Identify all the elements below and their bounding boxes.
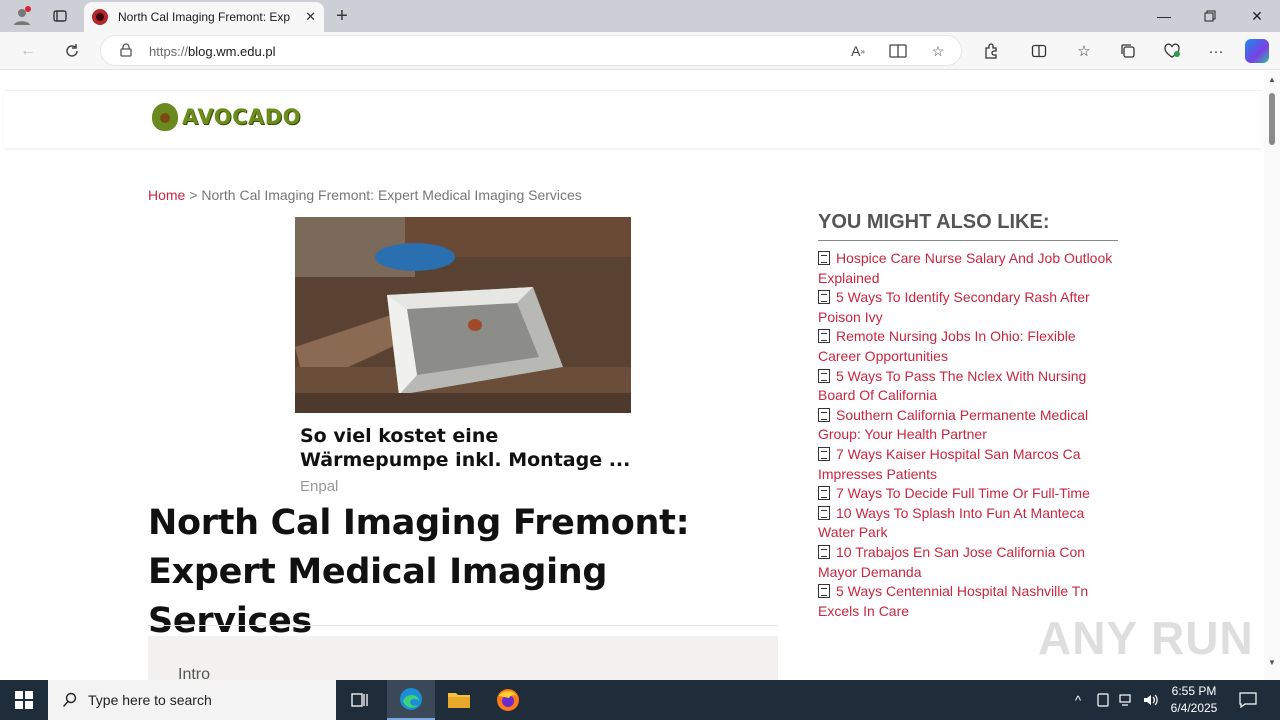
related-link[interactable]: Remote Nursing Jobs In Ohio: Flexible Ca… <box>818 328 1076 364</box>
related-item[interactable]: 5 Ways To Identify Secondary Rash After … <box>818 288 1118 327</box>
related-link[interactable]: 7 Ways To Decide Full Time Or Full-Time <box>836 485 1090 501</box>
anyrun-watermark: ANY RUN <box>1038 612 1254 664</box>
page-scrollbar[interactable]: ▲ ▼ <box>1264 71 1280 680</box>
network-icon[interactable] <box>1117 680 1137 720</box>
favorites-icon[interactable]: ☆ <box>1072 39 1096 63</box>
new-tab-icon[interactable]: + <box>330 4 354 28</box>
file-explorer-icon[interactable] <box>435 680 483 720</box>
lock-icon[interactable] <box>119 43 133 57</box>
taskbar-search[interactable]: Type here to search <box>48 680 336 720</box>
split-screen-icon[interactable] <box>1027 39 1051 63</box>
ad-image[interactable] <box>295 217 631 413</box>
related-link[interactable]: 10 Trabajos En San Jose California Con M… <box>818 544 1085 580</box>
related-link[interactable]: Hospice Care Nurse Salary And Job Outloo… <box>818 250 1112 286</box>
document-icon <box>818 329 830 344</box>
related-item[interactable]: 5 Ways To Pass The Nclex With Nursing Bo… <box>818 367 1118 406</box>
scrollbar-thumb[interactable] <box>1269 93 1275 145</box>
collections-icon[interactable] <box>1116 39 1140 63</box>
related-item[interactable]: Hospice Care Nurse Salary And Job Outloo… <box>818 249 1118 288</box>
search-placeholder: Type here to search <box>88 692 212 708</box>
restore-icon[interactable] <box>1187 0 1233 32</box>
close-window-icon[interactable]: ✕ <box>1234 0 1280 32</box>
volume-icon[interactable] <box>1141 680 1161 720</box>
sidebar-heading: YOU MIGHT ALSO LIKE: <box>818 211 1118 241</box>
related-item[interactable]: 10 Ways To Splash Into Fun At Manteca Wa… <box>818 504 1118 543</box>
site-header: AVOCADO <box>4 90 1262 148</box>
browser-toolbar: ← https://blog.wm.edu.pl A» ☆ ☆ ··· <box>0 32 1280 70</box>
windows-start-icon[interactable] <box>0 680 48 720</box>
avocado-logo-icon <box>152 103 178 131</box>
related-item[interactable]: 10 Trabajos En San Jose California Con M… <box>818 543 1118 582</box>
related-link[interactable]: 7 Ways Kaiser Hospital San Marcos Ca Imp… <box>818 446 1081 482</box>
task-view-icon[interactable] <box>336 680 384 720</box>
profile-icon[interactable] <box>10 4 34 28</box>
clock-date: 6/4/2025 <box>1170 701 1218 715</box>
back-icon[interactable]: ← <box>16 39 40 63</box>
search-icon <box>62 692 77 707</box>
document-icon <box>818 407 830 422</box>
related-link[interactable]: 5 Ways To Identify Secondary Rash After … <box>818 289 1090 325</box>
page-viewport: AVOCADO Home > North Cal Imaging Fremont… <box>0 71 1280 680</box>
breadcrumb-separator: > <box>189 187 198 203</box>
related-link[interactable]: 10 Ways To Splash Into Fun At Manteca Wa… <box>818 505 1084 541</box>
site-favicon-icon <box>92 9 108 25</box>
scroll-down-icon[interactable]: ▼ <box>1268 658 1276 667</box>
refresh-icon[interactable] <box>60 39 84 63</box>
document-icon <box>818 544 830 559</box>
divider <box>148 625 778 626</box>
document-icon <box>818 584 830 599</box>
url-host: blog.wm.edu.pl <box>188 44 276 59</box>
scroll-up-icon[interactable]: ▲ <box>1268 75 1276 84</box>
sidebar-related: YOU MIGHT ALSO LIKE: Hospice Care Nurse … <box>818 211 1118 621</box>
tab-actions-icon[interactable] <box>48 4 72 28</box>
immersive-reader-icon[interactable] <box>887 40 909 62</box>
taskbar-clock[interactable]: 6:55 PM 6/4/2025 <box>1160 683 1228 717</box>
minimize-icon[interactable]: — <box>1141 0 1187 32</box>
document-icon <box>818 368 830 383</box>
tray-device-icon[interactable] <box>1094 680 1112 720</box>
document-icon <box>818 446 830 461</box>
related-list: Hospice Care Nurse Salary And Job Outloo… <box>818 249 1118 621</box>
tab-active[interactable]: North Cal Imaging Fremont: Exp ✕ <box>84 2 324 32</box>
document-icon <box>818 251 830 265</box>
url-protocol: https:// <box>149 44 189 59</box>
address-bar[interactable]: https://blog.wm.edu.pl A» ☆ <box>100 35 962 66</box>
related-link[interactable]: Southern California Permanente Medical G… <box>818 407 1088 443</box>
document-icon <box>818 486 830 501</box>
favorite-star-icon[interactable]: ☆ <box>927 40 949 62</box>
related-item[interactable]: Southern California Permanente Medical G… <box>818 406 1118 445</box>
post-title: North Cal Imaging Fremont: Expert Medica… <box>148 503 690 641</box>
browser-tab-strip: North Cal Imaging Fremont: Exp ✕ + — ✕ <box>0 0 1280 32</box>
document-icon <box>818 290 830 305</box>
settings-more-icon[interactable]: ··· <box>1204 39 1228 63</box>
browser-essentials-icon[interactable] <box>1160 39 1184 63</box>
site-logo[interactable]: AVOCADO <box>152 103 301 131</box>
tab-close-icon[interactable]: ✕ <box>305 9 316 25</box>
related-link[interactable]: 5 Ways To Pass The Nclex With Nursing Bo… <box>818 368 1086 404</box>
copilot-icon[interactable] <box>1245 39 1269 63</box>
document-icon <box>818 505 830 520</box>
read-aloud-icon[interactable]: A» <box>847 40 869 62</box>
ad-title[interactable]: So viel kostet eine Wärmepumpe inkl. Mon… <box>300 424 640 472</box>
related-item[interactable]: Remote Nursing Jobs In Ohio: Flexible Ca… <box>818 327 1118 366</box>
extensions-icon[interactable] <box>979 39 1003 63</box>
toc-item-intro[interactable]: Intro <box>178 666 210 680</box>
table-of-contents: Intro <box>148 636 778 680</box>
ad-source: Enpal <box>300 478 339 495</box>
firefox-icon[interactable] <box>484 680 532 720</box>
tab-title: North Cal Imaging Fremont: Exp <box>118 10 291 24</box>
logo-text: AVOCADO <box>182 105 302 129</box>
breadcrumb-home-link[interactable]: Home <box>148 187 185 203</box>
taskbar: Type here to search ^ 6:55 PM 6/4/2025 <box>0 680 1280 720</box>
edge-taskbar-icon[interactable] <box>387 680 435 720</box>
tray-chevron-icon[interactable]: ^ <box>1068 680 1088 720</box>
clock-time: 6:55 PM <box>1171 684 1217 698</box>
breadcrumb-current: North Cal Imaging Fremont: Expert Medica… <box>201 187 582 203</box>
breadcrumb: Home > North Cal Imaging Fremont: Expert… <box>148 187 582 203</box>
url-text[interactable]: https://blog.wm.edu.pl <box>149 44 275 59</box>
related-item[interactable]: 7 Ways To Decide Full Time Or Full-Time <box>818 484 1118 504</box>
notifications-icon[interactable] <box>1236 680 1260 720</box>
related-item[interactable]: 7 Ways Kaiser Hospital San Marcos Ca Imp… <box>818 445 1118 484</box>
